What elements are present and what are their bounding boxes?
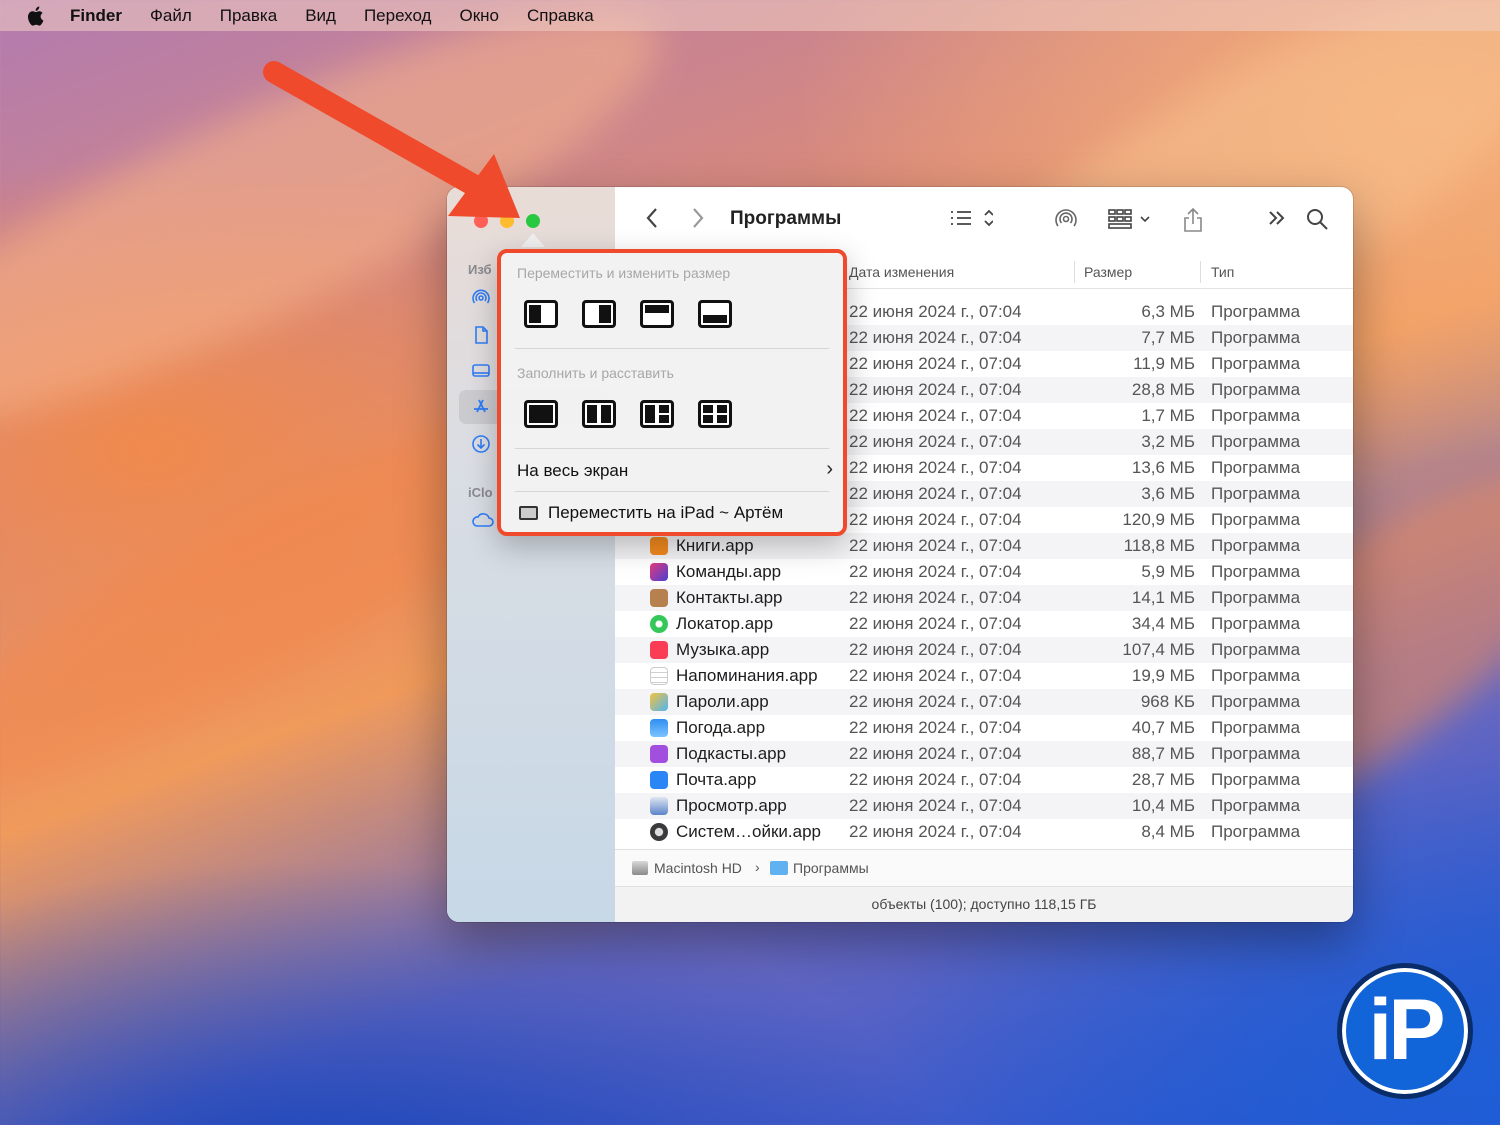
- fill-screen-button[interactable]: [524, 400, 558, 428]
- popup-divider: [515, 491, 829, 492]
- column-separator[interactable]: [1200, 261, 1201, 283]
- chevron-right-icon: ›: [826, 458, 833, 480]
- arrange-two-columns-button[interactable]: [582, 400, 616, 428]
- arrange-four-button[interactable]: [698, 400, 732, 428]
- icloud-drive-icon[interactable]: [471, 511, 495, 531]
- status-bar: объекты (100); доступно 118,15 ГБ: [615, 887, 1353, 922]
- column-separator[interactable]: [1074, 261, 1075, 283]
- books-app-icon: [650, 537, 668, 555]
- more-toolbar-icon[interactable]: [1267, 207, 1287, 235]
- airdrop-icon[interactable]: [471, 288, 491, 308]
- popup-section-fill: Заполнить и расставить: [517, 365, 674, 381]
- folder-icon: [770, 861, 788, 875]
- sidebar-section-icloud: iClo: [468, 485, 493, 500]
- table-row[interactable]: Пароли.app 22 июня 2024 г., 07:04 968 КБ Пр…: [615, 689, 1353, 715]
- column-date[interactable]: Дата изменения: [849, 264, 954, 280]
- document-icon[interactable]: [471, 325, 491, 345]
- desktop-icon[interactable]: [471, 361, 491, 381]
- tile-right-half-button[interactable]: [582, 300, 616, 328]
- search-icon[interactable]: [1305, 207, 1329, 237]
- table-row[interactable]: Музыка.app 22 июня 2024 г., 07:04 107,4 МБ…: [615, 637, 1353, 663]
- hard-disk-icon: [632, 861, 648, 875]
- tile-top-half-button[interactable]: [640, 300, 674, 328]
- table-row[interactable]: Напоминания.app 22 июня 2024 г., 07:04 19,…: [615, 663, 1353, 689]
- column-size[interactable]: Размер: [1084, 264, 1132, 280]
- menu-edit[interactable]: Правка: [220, 6, 277, 26]
- popup-section-move: Переместить и изменить размер: [517, 265, 731, 281]
- shortcuts-app-icon: [650, 563, 668, 581]
- red-arrow-annotation: [263, 61, 520, 218]
- table-row[interactable]: Локатор.app 22 июня 2024 г., 07:04 34,4 МБ…: [615, 611, 1353, 637]
- preview-app-icon: [650, 797, 668, 815]
- menu-file[interactable]: Файл: [150, 6, 192, 26]
- path-disk[interactable]: Macintosh HD: [654, 860, 742, 876]
- window-title: Программы: [730, 208, 842, 229]
- list-view-icon[interactable]: [949, 207, 994, 235]
- applications-icon[interactable]: [471, 397, 491, 417]
- table-row[interactable]: Почта.app 22 июня 2024 г., 07:04 28,7 МБ Пр…: [615, 767, 1353, 793]
- weather-app-icon: [650, 719, 668, 737]
- popup-divider: [515, 448, 829, 449]
- menu-help[interactable]: Справка: [527, 6, 594, 26]
- move-to-ipad-menu-item[interactable]: Переместить на iPad ~ Артём: [501, 497, 843, 531]
- window-tiling-popup: Переместить и изменить размер Заполнить …: [497, 249, 847, 536]
- mail-app-icon: [650, 771, 668, 789]
- path-bar: Macintosh HD › Программы: [615, 849, 1353, 887]
- popup-divider: [515, 348, 829, 349]
- menu-finder[interactable]: Finder: [70, 6, 122, 26]
- system-settings-app-icon: [650, 823, 668, 841]
- path-separator: ›: [755, 859, 760, 875]
- menu-go[interactable]: Переход: [364, 6, 432, 26]
- reminders-app-icon: [650, 667, 668, 685]
- podcasts-app-icon: [650, 745, 668, 763]
- group-icon[interactable]: [1107, 207, 1157, 237]
- table-row[interactable]: Книги.app 22 июня 2024 г., 07:04 118,8 МБ П…: [615, 533, 1353, 559]
- column-type[interactable]: Тип: [1211, 264, 1234, 280]
- tile-left-half-button[interactable]: [524, 300, 558, 328]
- forward-icon[interactable]: [691, 207, 705, 235]
- toolbar: Программы: [615, 187, 1353, 253]
- table-row[interactable]: Подкасты.app 22 июня 2024 г., 07:04 88,7 М…: [615, 741, 1353, 767]
- find-my-app-icon: [650, 615, 668, 633]
- move-to-ipad-label: Переместить на iPad ~ Артём: [548, 503, 784, 522]
- fullscreen-label: На весь экран: [517, 461, 629, 480]
- apple-logo-icon[interactable]: [26, 5, 48, 27]
- table-row[interactable]: Погода.app 22 июня 2024 г., 07:04 40,7 МБ П…: [615, 715, 1353, 741]
- sidebar-section-favorites: Изб: [468, 262, 492, 277]
- contacts-app-icon: [650, 589, 668, 607]
- table-row[interactable]: Команды.app 22 июня 2024 г., 07:04 5,9 МБ П…: [615, 559, 1353, 585]
- airdrop-toolbar-icon[interactable]: [1053, 207, 1079, 237]
- ip-logo: iP: [1337, 963, 1473, 1099]
- table-row[interactable]: Просмотр.app 22 июня 2024 г., 07:04 10,4 М…: [615, 793, 1353, 819]
- fullscreen-menu-item[interactable]: На весь экран ›: [501, 455, 843, 489]
- table-row[interactable]: Систем…ойки.app 22 июня 2024 г., 07:04 8,4…: [615, 819, 1353, 845]
- path-folder[interactable]: Программы: [793, 860, 869, 876]
- arrange-three-button[interactable]: [640, 400, 674, 428]
- tile-bottom-half-button[interactable]: [698, 300, 732, 328]
- downloads-icon[interactable]: [471, 434, 491, 454]
- ipad-icon: [519, 506, 538, 520]
- menu-view[interactable]: Вид: [305, 6, 336, 26]
- table-row[interactable]: Контакты.app 22 июня 2024 г., 07:04 14,1 М…: [615, 585, 1353, 611]
- menu-bar: Finder Файл Правка Вид Переход Окно Спра…: [0, 0, 1500, 31]
- menu-window[interactable]: Окно: [459, 6, 499, 26]
- music-app-icon: [650, 641, 668, 659]
- share-icon[interactable]: [1182, 207, 1204, 239]
- back-icon[interactable]: [645, 207, 659, 235]
- passwords-app-icon: [650, 693, 668, 711]
